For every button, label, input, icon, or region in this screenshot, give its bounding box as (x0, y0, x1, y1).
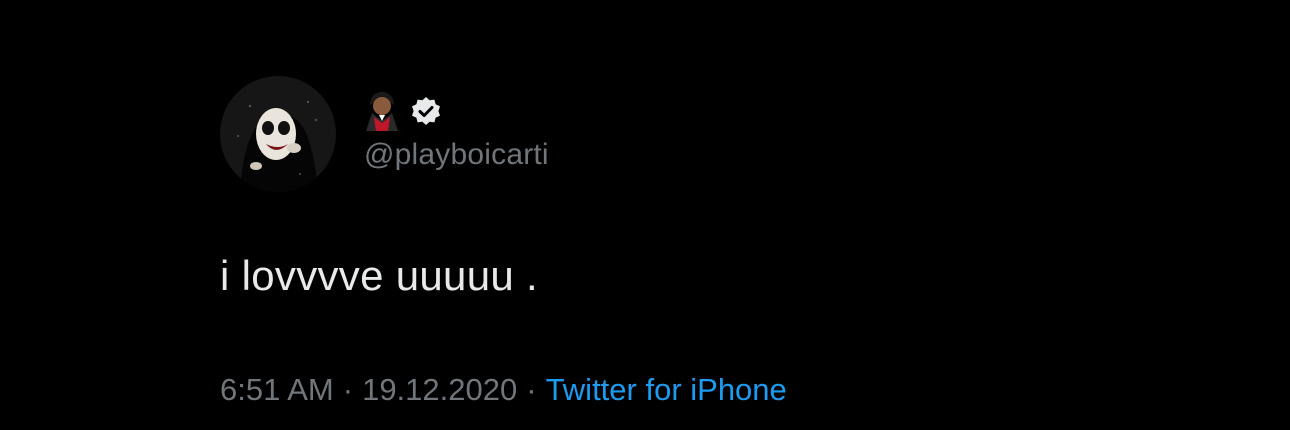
tweet-time[interactable]: 6:51 AM (220, 372, 334, 407)
vampire-emoji-icon (364, 91, 400, 133)
separator-dot: · (526, 372, 537, 407)
tweet-header: @playboicarti (220, 76, 820, 192)
tweet-text: i lovvvve uuuuu . (220, 252, 538, 299)
author-handle[interactable]: @playboicarti (364, 138, 549, 172)
display-name-row[interactable] (364, 91, 442, 133)
tweet-metadata: 6:51 AM · 19.12.2020 · Twitter for iPhone (220, 372, 787, 408)
avatar-image (220, 76, 336, 192)
verified-badge-icon (410, 96, 442, 128)
tweet: @playboicarti i lovvvve uuuuu . 6:51 AM ·… (220, 76, 1120, 416)
tweet-source-link[interactable]: Twitter for iPhone (546, 372, 787, 407)
avatar[interactable] (220, 76, 336, 192)
separator-dot: · (342, 372, 354, 407)
tweet-date[interactable]: 19.12.2020 (362, 372, 517, 407)
